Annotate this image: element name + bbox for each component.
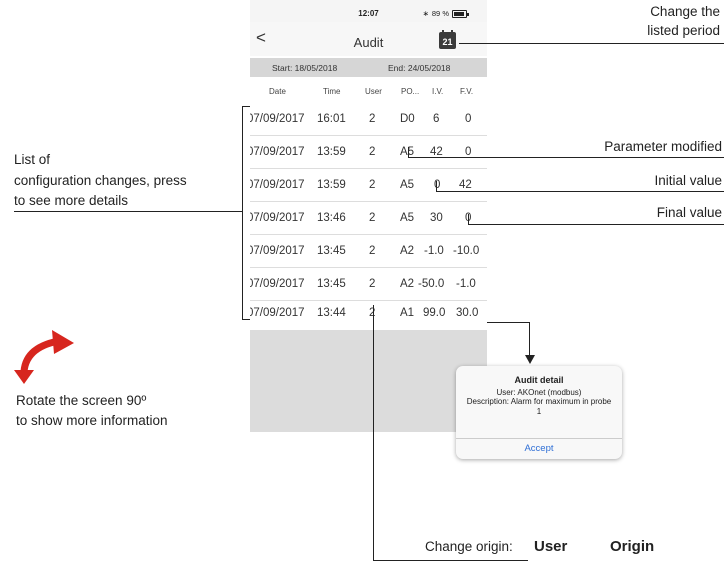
table-header: Date Time User PO... I.V. F.V. (250, 80, 487, 102)
column-header-date: Date (269, 87, 286, 96)
annotation-initial-value: Initial value (654, 173, 722, 188)
initial-leader-line (436, 191, 724, 192)
column-header-param: PO... (401, 87, 420, 96)
dialog-arrow-head (525, 355, 535, 364)
annotation-list-2: configuration changes, press (14, 173, 187, 188)
cell-date: 07/09/2017 (250, 212, 305, 224)
dialog-description: Description: Alarm for maximum in probe … (466, 397, 612, 416)
cell-final-value: 42 (459, 179, 472, 191)
cell-param: A2 (400, 245, 415, 257)
nav-bar: < Audit 21 (250, 22, 487, 56)
annotation-rotate-2: to show more information (16, 413, 168, 428)
cell-time: 13:44 (317, 307, 346, 319)
cell-initial-value: 0 (434, 179, 441, 191)
annotation-rotate-1: Rotate the screen 90º (16, 393, 147, 408)
rotate-arrow-icon (14, 330, 74, 384)
annotation-origin: Origin (610, 538, 655, 555)
final-leader-vertical (468, 214, 469, 224)
period-bar: Start: 18/05/2018 End: 24/05/2018 (250, 58, 487, 77)
origin-leader-vertical (373, 305, 374, 560)
cell-param: D0 (400, 113, 415, 125)
status-right: ∗ 89 % (422, 9, 469, 18)
param-leader-vertical (408, 147, 409, 157)
annotation-list-1: List of (14, 152, 51, 167)
cell-initial-value: -50.0 (418, 278, 445, 290)
cell-date: 07/09/2017 (250, 146, 305, 158)
cell-date: 07/09/2017 (250, 179, 305, 191)
cell-param: A2 (400, 278, 415, 290)
cell-param: A1 (400, 307, 415, 319)
dialog-title: Audit detail (514, 375, 564, 385)
initial-leader-vertical (436, 181, 437, 191)
annotation-final-value: Final value (656, 205, 722, 220)
list-leader-line (14, 211, 242, 212)
bluetooth-icon: ∗ (422, 9, 429, 18)
cell-time: 13:45 (317, 245, 346, 257)
annotation-param-modified: Parameter modified (604, 139, 722, 154)
cell-initial-value: 6 (433, 113, 440, 125)
cell-date: 07/09/2017 (250, 278, 305, 290)
cell-date: 07/09/2017 (250, 113, 305, 125)
list-bracket-bottom (242, 319, 250, 320)
cell-user: 2 (369, 245, 376, 257)
calendar-day: 21 (439, 36, 456, 49)
list-bracket-top (242, 106, 250, 107)
annotation-list-3: to see more details (14, 193, 129, 208)
accept-button[interactable]: Accept (456, 443, 622, 454)
cell-date: 07/09/2017 (250, 307, 305, 319)
calendar-leader-line (459, 43, 724, 44)
phone-screen: 12:07 ∗ 89 % < Audit 21 Start: 18/05/201… (250, 0, 487, 432)
final-leader-line (468, 224, 724, 225)
cell-final-value: 0 (465, 113, 472, 125)
cell-param: A5 (400, 212, 415, 224)
annotation-user: User (534, 538, 568, 555)
dialog-leader-vertical (529, 322, 530, 356)
period-end: End: 24/05/2018 (388, 63, 451, 73)
status-bar: 12:07 ∗ 89 % (250, 0, 487, 22)
cell-initial-value: -1.0 (424, 245, 444, 257)
period-start: Start: 18/05/2018 (272, 63, 338, 73)
empty-area (250, 330, 487, 432)
column-header-user: User (365, 87, 382, 96)
table-row[interactable]: 07/09/2017 13:59 2 A5 0 42 (250, 169, 487, 202)
calendar-icon[interactable]: 21 (439, 30, 456, 49)
table-row[interactable]: 07/09/2017 13:45 2 A2 -1.0 -10.0 (250, 235, 487, 268)
annotation-change-period-2: listed period (647, 23, 720, 38)
cell-time: 16:01 (317, 113, 346, 125)
annotation-change-origin: Change origin: (425, 539, 513, 554)
dialog-divider (456, 438, 622, 439)
cell-initial-value: 99.0 (423, 307, 446, 319)
cell-param: A5 (400, 179, 415, 191)
cell-user: 2 (369, 113, 376, 125)
table-row[interactable]: 07/09/2017 16:01 2 D0 6 0 (250, 103, 487, 136)
cell-final-value: -1.0 (456, 278, 476, 290)
table-row[interactable]: 07/09/2017 13:44 2 A1 99.0 30.0 (250, 297, 487, 329)
column-header-time: Time (323, 87, 341, 96)
cell-time: 13:46 (317, 212, 346, 224)
battery-percent: 89 % (431, 9, 449, 18)
cell-final-value: 30.0 (456, 307, 479, 319)
table-row[interactable]: 07/09/2017 13:46 2 A5 30 0 (250, 202, 487, 235)
cell-initial-value: 30 (430, 212, 443, 224)
cell-date: 07/09/2017 (250, 245, 305, 257)
dialog-user: User: AKOnet (modbus) (496, 388, 582, 397)
table-row[interactable]: 07/09/2017 13:59 2 A5 42 0 (250, 136, 487, 169)
cell-user: 2 (369, 146, 376, 158)
cell-time: 13:59 (317, 146, 346, 158)
column-header-iv: I.V. (432, 87, 444, 96)
cell-user: 2 (369, 278, 376, 290)
annotation-change-period-1: Change the (650, 4, 720, 19)
cell-user: 2 (369, 179, 376, 191)
cell-time: 13:45 (317, 278, 346, 290)
cell-final-value: -10.0 (453, 245, 480, 257)
cell-time: 13:59 (317, 179, 346, 191)
cell-user: 2 (369, 212, 376, 224)
dialog-leader-line (487, 322, 530, 323)
param-leader-line (408, 157, 724, 158)
battery-icon (452, 9, 469, 18)
column-header-fv: F.V. (460, 87, 474, 96)
audit-detail-dialog: Audit detail User: AKOnet (modbus) Descr… (456, 366, 622, 459)
list-bracket-line (242, 106, 243, 320)
